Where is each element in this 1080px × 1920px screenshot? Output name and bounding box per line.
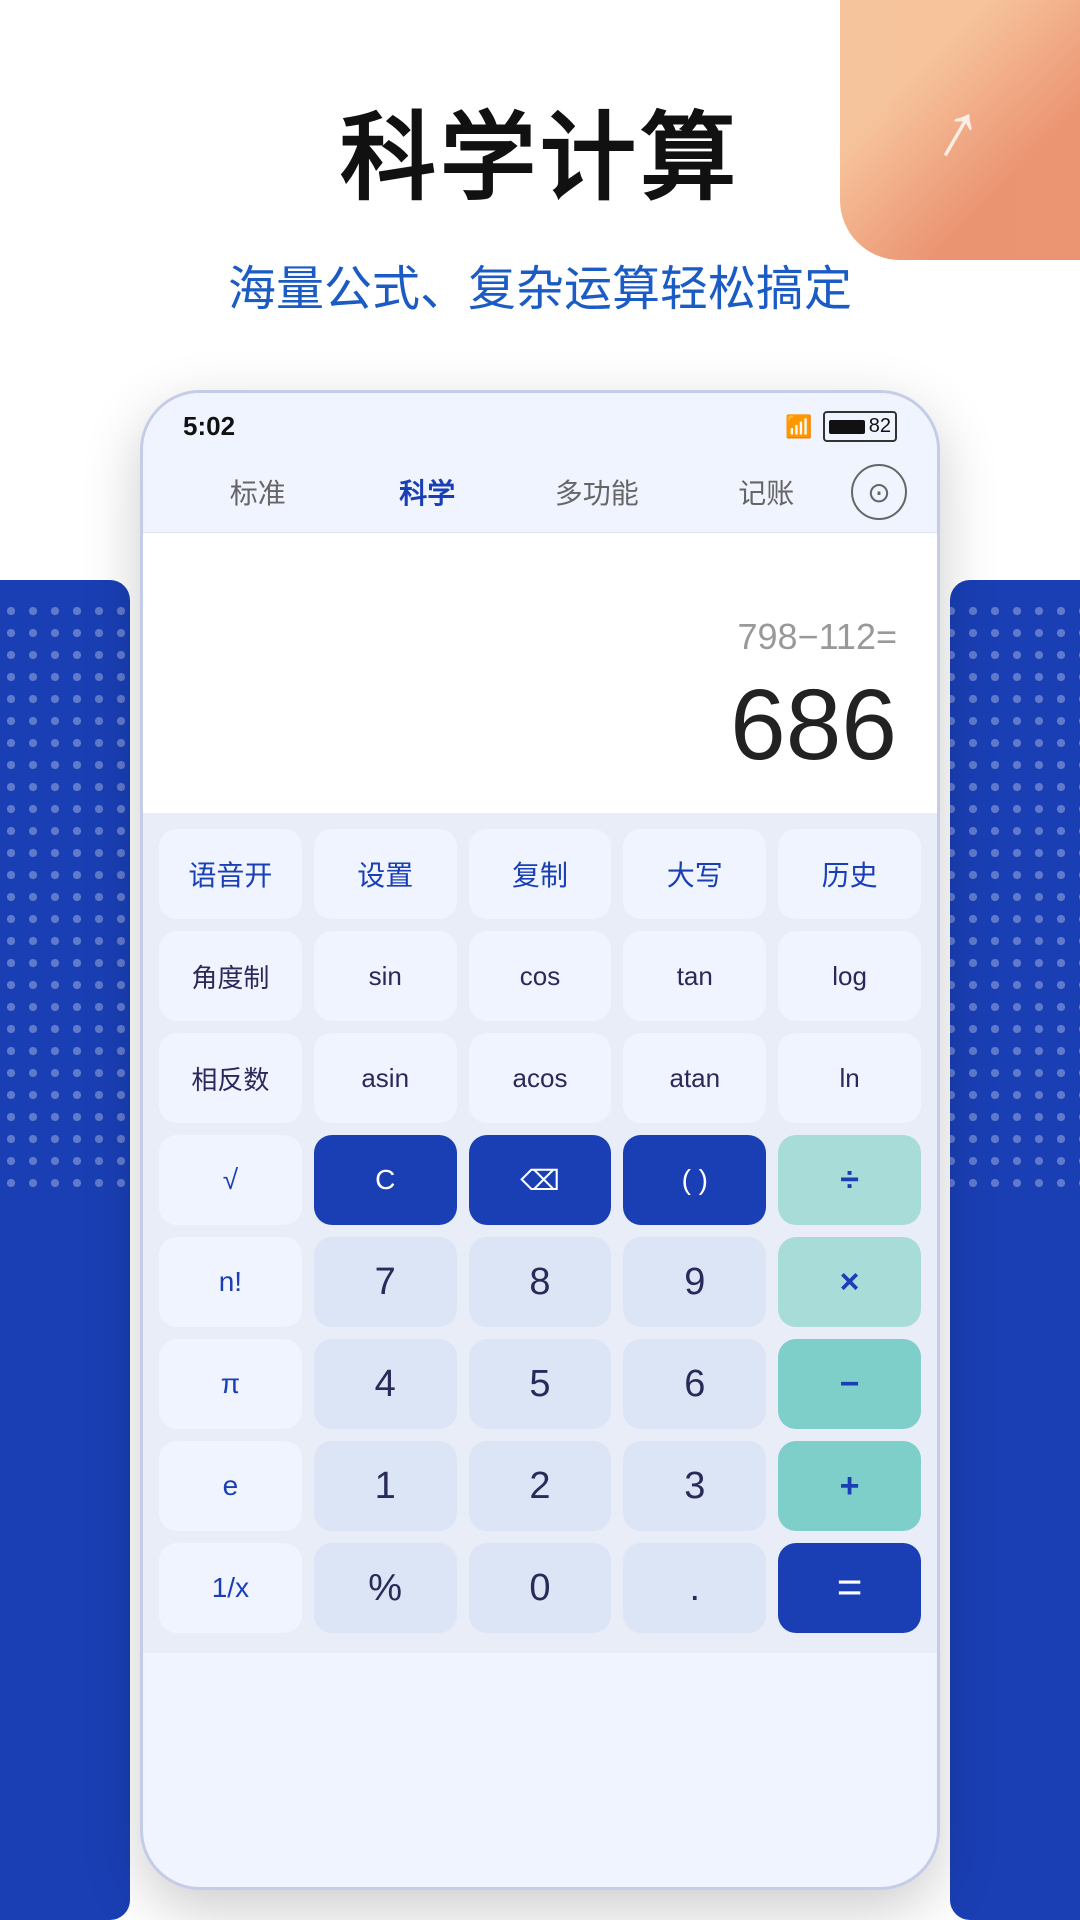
tab-accounting[interactable]: 记账 [682, 462, 852, 522]
nav-tabs: 标准 科学 多功能 记账 ⊙ [143, 452, 937, 533]
btn-negate[interactable]: 相反数 [159, 1033, 302, 1123]
display-expression: 798−112= [737, 616, 897, 658]
tab-multifunction[interactable]: 多功能 [512, 462, 682, 522]
btn-angle-mode[interactable]: 角度制 [159, 931, 302, 1021]
btn-euler[interactable]: e [159, 1441, 302, 1531]
btn-sin[interactable]: sin [314, 931, 457, 1021]
btn-0[interactable]: 0 [469, 1543, 612, 1633]
battery-indicator: 82 [823, 411, 897, 442]
btn-multiply[interactable]: × [778, 1237, 921, 1327]
profile-button[interactable]: ⊙ [851, 464, 907, 520]
keyboard: 语音开 设置 复制 大写 历史 角度制 sin cos tan log 相反数 … [143, 813, 937, 1653]
dot-pattern-right [940, 600, 1080, 1200]
btn-tan[interactable]: tan [623, 931, 766, 1021]
status-time: 5:02 [183, 411, 235, 442]
btn-1[interactable]: 1 [314, 1441, 457, 1531]
btn-history[interactable]: 历史 [778, 829, 921, 919]
btn-cos[interactable]: cos [469, 931, 612, 1021]
btn-ln[interactable]: ln [778, 1033, 921, 1123]
wifi-icon: 📶 [785, 414, 812, 440]
btn-subtract[interactable]: − [778, 1339, 921, 1429]
btn-5[interactable]: 5 [469, 1339, 612, 1429]
btn-reciprocal[interactable]: 1/x [159, 1543, 302, 1633]
status-icons: 📶 82 [785, 411, 897, 442]
display-area: 798−112= 686 [143, 533, 937, 813]
btn-log[interactable]: log [778, 931, 921, 1021]
btn-clear[interactable]: C [314, 1135, 457, 1225]
btn-uppercase[interactable]: 大写 [623, 829, 766, 919]
btn-copy[interactable]: 复制 [469, 829, 612, 919]
key-row-789: n! 7 8 9 × [159, 1237, 921, 1327]
btn-sqrt[interactable]: √ [159, 1135, 302, 1225]
btn-6[interactable]: 6 [623, 1339, 766, 1429]
btn-7[interactable]: 7 [314, 1237, 457, 1327]
btn-8[interactable]: 8 [469, 1237, 612, 1327]
btn-acos[interactable]: acos [469, 1033, 612, 1123]
btn-3[interactable]: 3 [623, 1441, 766, 1531]
btn-parens[interactable]: ( ) [623, 1135, 766, 1225]
btn-9[interactable]: 9 [623, 1237, 766, 1327]
profile-icon: ⊙ [867, 476, 890, 509]
tab-science[interactable]: 科学 [343, 462, 513, 522]
btn-voice[interactable]: 语音开 [159, 829, 302, 919]
btn-factorial[interactable]: n! [159, 1237, 302, 1327]
battery-fill [829, 420, 865, 434]
battery-level: 82 [869, 415, 891, 438]
top-section: 科学计算 海量公式、复杂运算轻松搞定 [0, 0, 1080, 400]
btn-pi[interactable]: π [159, 1339, 302, 1429]
btn-settings[interactable]: 设置 [314, 829, 457, 919]
deco-corner [840, 0, 1080, 260]
dot-pattern-left [0, 600, 140, 1200]
btn-2[interactable]: 2 [469, 1441, 612, 1531]
key-row-trig: 角度制 sin cos tan log [159, 931, 921, 1021]
key-row-inv-trig: 相反数 asin acos atan ln [159, 1033, 921, 1123]
btn-percent[interactable]: % [314, 1543, 457, 1633]
display-result: 686 [730, 668, 897, 783]
btn-add[interactable]: + [778, 1441, 921, 1531]
phone-mockup: 5:02 📶 82 标准 科学 多功能 记账 ⊙ 798−112= 686 语音… [140, 390, 940, 1890]
key-row-bottom: 1/x % 0 . = [159, 1543, 921, 1633]
btn-asin[interactable]: asin [314, 1033, 457, 1123]
key-row-ops: √ C ⌫ ( ) ÷ [159, 1135, 921, 1225]
key-row-123: e 1 2 3 + [159, 1441, 921, 1531]
btn-backspace[interactable]: ⌫ [469, 1135, 612, 1225]
btn-divide[interactable]: ÷ [778, 1135, 921, 1225]
btn-4[interactable]: 4 [314, 1339, 457, 1429]
status-bar: 5:02 📶 82 [143, 393, 937, 452]
key-row-utility: 语音开 设置 复制 大写 历史 [159, 829, 921, 919]
btn-equals[interactable]: = [778, 1543, 921, 1633]
key-row-456: π 4 5 6 − [159, 1339, 921, 1429]
btn-decimal[interactable]: . [623, 1543, 766, 1633]
btn-atan[interactable]: atan [623, 1033, 766, 1123]
tab-standard[interactable]: 标准 [173, 462, 343, 522]
